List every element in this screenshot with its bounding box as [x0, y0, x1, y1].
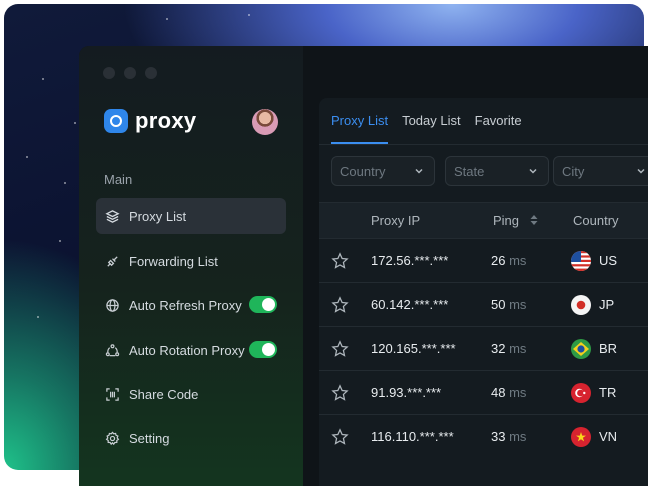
tab-divider	[319, 144, 648, 145]
sidebar-item-label: Auto Refresh Proxy	[129, 297, 242, 313]
proxy-ip: 91.93.***.***	[371, 385, 442, 400]
country-select[interactable]: Country	[331, 156, 435, 186]
proxy-ip: 120.165.***.***	[371, 341, 456, 356]
country-code: BR	[599, 341, 618, 356]
table-row[interactable]: 60.142.***.*** 50 ms JP	[319, 282, 648, 327]
star-icon[interactable]	[331, 384, 349, 402]
state-select[interactable]: State	[445, 156, 549, 186]
window-dot-minimize[interactable]	[124, 67, 136, 79]
window-dot-close[interactable]	[103, 67, 115, 79]
ping-unit: ms	[509, 297, 527, 312]
chevron-down-icon	[637, 168, 645, 174]
app-window: proxy Main Proxy List Forwarding List Au…	[79, 46, 648, 486]
sidebar-item-share-code[interactable]: Share Code	[96, 376, 286, 412]
jp-flag-icon	[571, 295, 591, 315]
section-label: Main	[104, 172, 133, 187]
avatar[interactable]	[252, 109, 278, 135]
country-code: VN	[599, 429, 618, 444]
column-header-ping[interactable]: Ping	[493, 203, 539, 239]
tab-today-list[interactable]: Today List	[402, 98, 461, 144]
window-dot-maximize[interactable]	[145, 67, 157, 79]
proxy-ip: 116.110.***.***	[371, 429, 454, 444]
ping-value: 33	[491, 429, 506, 444]
tab-bar: Proxy List Today List Favorite	[331, 98, 522, 144]
sidebar-item-forwarding-list[interactable]: Forwarding List	[96, 243, 286, 279]
tr-flag-icon	[571, 383, 591, 403]
sidebar-item-label: Share Code	[129, 386, 199, 402]
country-code: US	[599, 253, 618, 268]
column-header-ping-label: Ping	[493, 213, 520, 228]
auto-refresh-toggle[interactable]	[249, 296, 277, 313]
sidebar-item-setting[interactable]: Setting	[96, 420, 286, 456]
country-code: TR	[599, 385, 617, 400]
window-controls	[103, 67, 157, 79]
chevron-down-icon	[415, 168, 423, 174]
sidebar-item-label: Forwarding List	[129, 253, 218, 269]
sidebar-item-proxy-list[interactable]: Proxy List	[96, 198, 286, 234]
ping-unit: ms	[509, 429, 527, 444]
sort-icon[interactable]	[529, 214, 539, 226]
star-icon[interactable]	[331, 252, 349, 270]
table-row[interactable]: 172.56.***.*** 26 ms US	[319, 238, 648, 283]
star-icon[interactable]	[331, 428, 349, 446]
ping-unit: ms	[509, 253, 527, 268]
table-row[interactable]: 116.110.***.*** 33 ms VN	[319, 414, 648, 459]
auto-rotation-toggle[interactable]	[249, 341, 277, 358]
logo-icon	[104, 109, 128, 133]
main-area: Proxy List Today List Favorite Country S…	[303, 46, 648, 486]
forward-plug-icon	[104, 253, 120, 269]
table-row[interactable]: 91.93.***.*** 48 ms TR	[319, 370, 648, 415]
vn-flag-icon	[571, 427, 591, 447]
rotation-icon	[104, 342, 120, 358]
layers-icon	[104, 208, 120, 224]
sidebar-item-label: Setting	[129, 430, 170, 446]
table-header: Proxy IP Ping Country	[319, 202, 648, 239]
ping-value: 50	[491, 297, 506, 312]
proxy-ip: 172.56.***.***	[371, 253, 449, 268]
us-flag-icon	[571, 251, 591, 271]
column-header-country[interactable]: Country	[573, 203, 619, 239]
proxy-ip: 60.142.***.***	[371, 297, 449, 312]
logo-text: proxy	[135, 108, 197, 133]
sidebar-item-auto-rotation-proxy[interactable]: Auto Rotation Proxy	[96, 332, 286, 368]
ping-unit: ms	[509, 341, 527, 356]
chevron-down-icon	[529, 168, 537, 174]
tab-favorite[interactable]: Favorite	[475, 98, 522, 144]
sidebar: proxy Main Proxy List Forwarding List Au…	[79, 46, 303, 486]
star-icon[interactable]	[331, 340, 349, 358]
ping-value: 48	[491, 385, 506, 400]
globe-icon	[104, 297, 120, 313]
ping-value: 32	[491, 341, 506, 356]
scan-code-icon	[104, 386, 120, 402]
city-select[interactable]: City	[553, 156, 648, 186]
table-row[interactable]: 120.165.***.*** 32 ms BR	[319, 326, 648, 371]
sidebar-item-label: Proxy List	[129, 208, 187, 224]
gear-icon	[104, 430, 120, 446]
star-icon[interactable]	[331, 296, 349, 314]
proxy-panel: Proxy List Today List Favorite Country S…	[319, 98, 648, 486]
br-flag-icon	[571, 339, 591, 359]
column-header-proxy-ip[interactable]: Proxy IP	[371, 203, 420, 239]
sidebar-item-auto-refresh-proxy[interactable]: Auto Refresh Proxy	[96, 287, 286, 323]
sidebar-item-label: Auto Rotation Proxy	[129, 342, 245, 358]
state-select-placeholder: State	[454, 163, 485, 179]
country-select-placeholder: Country	[340, 163, 386, 179]
city-select-placeholder: City	[562, 163, 585, 179]
tab-proxy-list[interactable]: Proxy List	[331, 98, 389, 144]
country-code: JP	[599, 297, 615, 312]
ping-value: 26	[491, 253, 506, 268]
logo: proxy	[104, 108, 196, 134]
ping-unit: ms	[509, 385, 527, 400]
